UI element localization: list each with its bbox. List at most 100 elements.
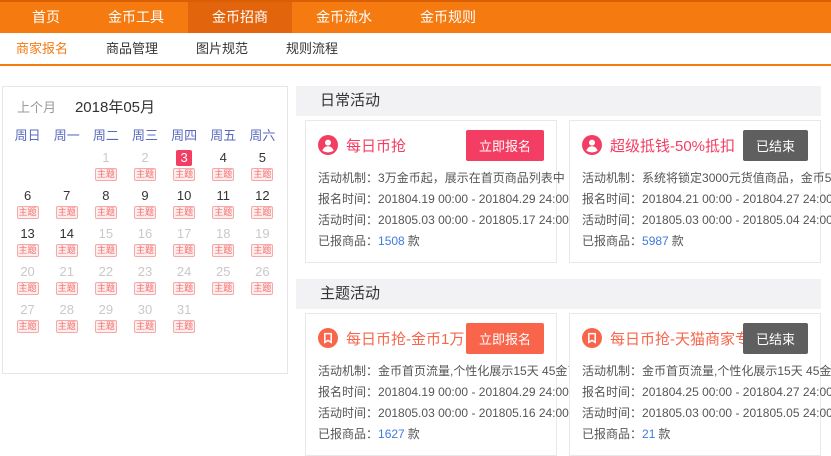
ended-button: 已结束 [743, 323, 808, 354]
section-title: 主题活动 [296, 279, 821, 309]
calendar-day-cell[interactable]: 11主题 [204, 187, 243, 225]
topnav-item-2[interactable]: 金币招商 [188, 2, 292, 33]
calendar-day-theme-badge: 主题 [56, 244, 78, 257]
detail-label: 活动时间： [582, 213, 642, 227]
detail-label: 活动机制： [582, 364, 642, 378]
calendar-day-number: 10 [175, 188, 193, 204]
calendar-day-cell[interactable]: 9主题 [125, 187, 164, 225]
detail-label: 活动机制： [582, 171, 642, 185]
subnav-item-0[interactable]: 商家报名 [16, 33, 68, 64]
calendar-day-cell[interactable]: 25主题 [204, 263, 243, 301]
subnav-item-2[interactable]: 图片规范 [196, 33, 248, 64]
calendar-day-cell[interactable]: 15 主题 [86, 225, 125, 263]
calendar-day-cell[interactable]: 30主题 [125, 301, 164, 339]
weekday-label: 周五 [204, 125, 243, 144]
calendar-day-cell[interactable]: 3主题 [165, 149, 204, 187]
calendar-day-cell[interactable]: 14主题 [47, 225, 86, 263]
weekday-label: 周六 [243, 125, 282, 144]
subnav-item-1[interactable]: 商品管理 [106, 33, 158, 64]
calendar-day-number: 20 [18, 264, 36, 280]
activity-detail-row: 已报商品：1508款 [318, 231, 544, 252]
detail-value: 201804.19 00:00 - 201804.29 24:00 [378, 385, 569, 399]
calendar-grid: 1主题2主题3主题4主题5主题6主题7主题8主题9主题10主题11主题12主题1… [8, 149, 282, 339]
calendar-day-theme-badge: 主题 [17, 206, 39, 219]
calendar-day-cell[interactable]: 23主题 [125, 263, 164, 301]
calendar-day-theme-badge: 主题 [56, 282, 78, 295]
calendar-day-number: 24 [175, 264, 193, 280]
detail-value: 3万金币起，展示在首页商品列表中 [378, 171, 565, 185]
calendar-day-cell[interactable]: 7主题 [47, 187, 86, 225]
calendar-day-number: 9 [137, 188, 153, 204]
activity-detail-row: 活动时间：201805.03 00:00 - 201805.04 24:00共2… [582, 210, 808, 231]
calendar-day-number: 23 [136, 264, 154, 280]
detail-value: 金币首页流量,个性化展示15天 45金币/点击 [642, 364, 831, 378]
calendar-day-number: 1 [98, 150, 114, 166]
calendar-day-cell[interactable]: 21主题 [47, 263, 86, 301]
calendar-day-cell[interactable]: 10 主题 [165, 187, 204, 225]
calendar-day-cell[interactable]: 19主题 [243, 225, 282, 263]
activity-detail-row: 活动时间：201805.03 00:00 - 201805.05 24:00共3… [582, 403, 808, 424]
calendar-day-cell[interactable]: 5主题 [243, 149, 282, 187]
topnav-item-3[interactable]: 金币流水 [292, 2, 396, 33]
calendar-day-cell[interactable]: 31主题 [165, 301, 204, 339]
topnav-item-4[interactable]: 金币规则 [396, 2, 500, 33]
activity-card: 超级抵钱-50%抵扣已结束活动机制：系统将锁定3000元货值商品，金币50%抵扣… [569, 120, 821, 263]
weekday-label: 周日 [8, 125, 47, 144]
calendar-day-cell[interactable]: 8主题 [86, 187, 125, 225]
calendar-day-cell[interactable]: 29主题 [86, 301, 125, 339]
calendar-day-number: 6 [20, 188, 36, 204]
calendar-day-cell[interactable]: 28主题 [47, 301, 86, 339]
subnav-item-3[interactable]: 规则流程 [286, 33, 338, 64]
activities-panel: 日常活动每日币抢立即报名活动机制：3万金币起，展示在首页商品列表中报名时间：20… [296, 86, 821, 456]
weekday-label: 周四 [165, 125, 204, 144]
detail-value: 201805.03 00:00 - 201805.05 24:00 [642, 406, 831, 420]
calendar-day-number: 29 [97, 302, 115, 318]
calendar-day-theme-badge: 主题 [95, 282, 117, 295]
activity-detail-row: 活动机制：系统将锁定3000元货值商品，金币50%抵扣 [582, 168, 808, 189]
calendar-day-cell[interactable]: 27主题 [8, 301, 47, 339]
calendar-day-cell[interactable]: 17主题 [165, 225, 204, 263]
calendar-day-number: 2 [137, 150, 153, 166]
calendar-day-number: 7 [59, 188, 75, 204]
signed-up-count: 5987 [642, 234, 669, 248]
calendar-day-cell[interactable]: 12主题 [243, 187, 282, 225]
calendar-day-theme-badge: 主题 [173, 282, 195, 295]
calendar-day-cell[interactable]: 6 主题 [8, 187, 47, 225]
count-unit: 款 [658, 427, 670, 441]
detail-label: 报名时间： [582, 192, 642, 206]
signup-button[interactable]: 立即报名 [466, 323, 544, 354]
calendar-day-theme-badge: 主题 [95, 244, 117, 257]
calendar-empty-cell [8, 149, 47, 187]
activity-detail-row: 报名时间：201804.19 00:00 - 201804.29 24:00 [318, 189, 544, 210]
topnav-item-0[interactable]: 首页 [8, 2, 84, 33]
calendar-day-cell[interactable]: 20主题 [8, 263, 47, 301]
detail-label: 已报商品： [582, 427, 642, 441]
calendar-day-theme-badge: 主题 [134, 244, 156, 257]
topnav-item-1[interactable]: 金币工具 [84, 2, 188, 33]
calendar-day-cell[interactable]: 26主题 [243, 263, 282, 301]
calendar-day-cell[interactable]: 18主题 [204, 225, 243, 263]
calendar-day-number: 5 [254, 150, 270, 166]
activity-card: 每日币抢-天猫商家专享已结束活动机制：金币首页流量,个性化展示15天 45金币/… [569, 313, 821, 456]
calendar-day-cell[interactable]: 24 主题 [165, 263, 204, 301]
activity-detail-row: 报名时间：201804.21 00:00 - 201804.27 24:00 [582, 189, 808, 210]
calendar-day-number: 15 [97, 226, 115, 242]
calendar-day-number: 8 [98, 188, 114, 204]
calendar-day-theme-badge: 主题 [173, 206, 195, 219]
calendar-day-number: 11 [215, 188, 233, 204]
weekday-label: 周二 [86, 125, 125, 144]
activity-detail-row: 活动机制：金币首页流量,个性化展示15天 45金币/点击 [318, 361, 544, 382]
calendar-day-cell[interactable]: 2主题 [125, 149, 164, 187]
calendar-day-cell[interactable]: 16主题 [125, 225, 164, 263]
detail-value: 201805.03 00:00 - 201805.04 24:00 [642, 213, 831, 227]
signed-up-count: 21 [642, 427, 655, 441]
calendar-day-cell[interactable]: 13主题 [8, 225, 47, 263]
signed-up-count: 1508 [378, 234, 405, 248]
calendar-day-number: 19 [253, 226, 271, 242]
detail-value: 201804.19 00:00 - 201804.29 24:00 [378, 192, 569, 206]
calendar-day-cell[interactable]: 4主题 [204, 149, 243, 187]
calendar-day-cell[interactable]: 22主题 [86, 263, 125, 301]
detail-label: 活动时间： [318, 213, 378, 227]
calendar-day-cell[interactable]: 1主题 [86, 149, 125, 187]
signup-button[interactable]: 立即报名 [466, 130, 544, 161]
